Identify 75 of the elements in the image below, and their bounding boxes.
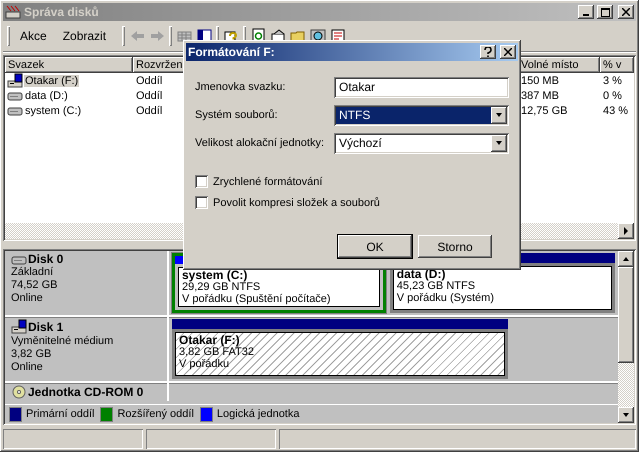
disk-name: Disk 0 <box>28 253 64 266</box>
removable-drive-icon <box>11 319 27 335</box>
dialog-button[interactable]: OK <box>338 235 412 258</box>
disk-type: Základní <box>11 266 54 279</box>
field-label: Jmenovka svazku: <box>195 81 286 93</box>
checkbox[interactable] <box>195 196 208 209</box>
column-header[interactable]: Rozvržen <box>133 57 185 73</box>
disk-name: Jednotka CD-ROM 0 <box>28 386 144 398</box>
legend-label: Rozšířený oddíl <box>117 408 194 420</box>
checkbox-label[interactable]: Zrychlené formátování <box>213 176 322 188</box>
up-arrow-icon <box>622 256 630 262</box>
table-cell-text: 387 MB <box>520 90 560 102</box>
legend-label: Logická jednotka <box>216 408 300 420</box>
app-icon <box>5 4 21 20</box>
dropdown[interactable]: Výchozí <box>334 132 509 154</box>
hard-drive-icon <box>7 104 23 116</box>
down-arrow-icon <box>495 140 503 146</box>
partition-name: system (C:) <box>182 269 248 281</box>
down-arrow-icon <box>495 112 503 118</box>
menu-item[interactable]: Akce <box>14 27 53 45</box>
close-icon <box>504 48 512 56</box>
maximize-button[interactable] <box>597 5 613 19</box>
dropdown[interactable]: NTFS <box>334 104 509 126</box>
field-label: Velikost alokační jednotky: <box>195 137 326 149</box>
help-button[interactable] <box>480 45 496 59</box>
table-cell-text: Oddíl <box>135 75 164 87</box>
maximize-icon <box>600 8 610 16</box>
removable-drive-icon <box>7 73 23 89</box>
checkbox[interactable] <box>195 175 208 188</box>
down-arrow-icon <box>622 412 630 418</box>
partition-name: Otakar (F:) <box>179 334 241 346</box>
column-header[interactable]: % v <box>600 57 634 73</box>
close-icon <box>622 8 630 16</box>
disk-size: 3,82 GB <box>11 348 52 361</box>
dialog-button[interactable]: Storno <box>418 235 492 258</box>
table-cell-text: 150 MB <box>520 75 560 87</box>
partition-size: 29,29 GB NTFS <box>182 281 262 293</box>
table-cell-text: 3 % <box>602 75 623 87</box>
partition[interactable]: Otakar (F:) 3,82 GB FAT32 V pořádku <box>172 319 508 379</box>
volume-name[interactable]: data (D:) <box>24 90 69 102</box>
hard-drive-icon <box>11 254 27 266</box>
minimize-button[interactable] <box>578 5 594 19</box>
dialog-title: Formátování F: <box>188 45 276 59</box>
volume-name[interactable]: system (C:) <box>24 104 82 116</box>
partition-status: V pořádku (Spuštění počítače) <box>182 293 332 305</box>
field-label: Systém souborů: <box>195 109 279 121</box>
partition-size: 3,82 GB FAT32 <box>179 346 256 358</box>
close-button[interactable] <box>618 5 634 19</box>
column-header[interactable]: Svazek <box>5 57 133 73</box>
partition-size: 45,23 GB NTFS <box>396 280 476 292</box>
help-icon <box>484 47 492 57</box>
volume-name[interactable]: Otakar (F:) <box>24 75 80 87</box>
disk-size: 74,52 GB <box>11 279 58 292</box>
vertical-scrollbar[interactable] <box>618 251 634 423</box>
checkbox-label[interactable]: Povolit kompresi složek a souborů <box>213 196 380 208</box>
hard-drive-icon <box>7 90 23 102</box>
table-cell-text: 43 % <box>602 104 630 116</box>
window-title: Správa disků <box>24 5 100 19</box>
input-field[interactable]: Otakar <box>334 76 509 98</box>
table-cell-text: 12,75 GB <box>520 104 568 116</box>
disk-type: Vyměnitelné médium <box>11 335 114 348</box>
menu-item[interactable]: Zobrazit <box>56 27 112 45</box>
partition-name: data (D:) <box>396 268 446 280</box>
disk-status: Online <box>11 361 44 374</box>
table-cell-text: Oddíl <box>135 104 164 116</box>
column-header[interactable]: Volné místo <box>518 57 600 73</box>
legend-label: Primární oddíl <box>26 408 94 420</box>
table-cell-text: 0 % <box>602 90 623 102</box>
table-cell-text: Oddíl <box>135 90 164 102</box>
partition-status: V pořádku (Systém) <box>396 292 495 304</box>
disk-name: Disk 1 <box>28 320 64 334</box>
partition-status: V pořádku <box>179 358 230 370</box>
close-button[interactable] <box>500 45 516 59</box>
right-arrow-icon <box>623 227 629 235</box>
disk-status: Online <box>11 292 44 305</box>
